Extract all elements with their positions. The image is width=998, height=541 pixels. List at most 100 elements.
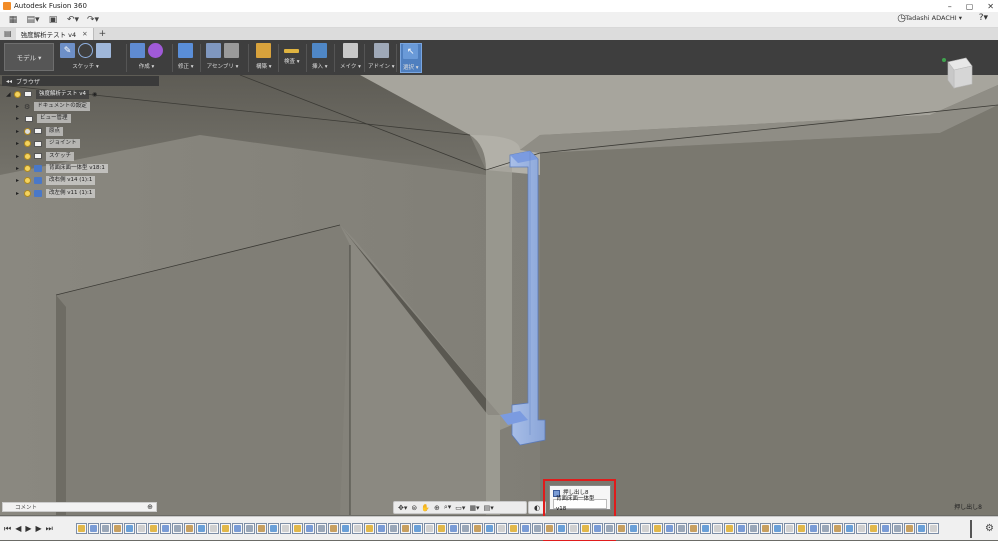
tree-item-joints[interactable]: ▸ ジョイント: [6, 138, 166, 150]
timeline-feature-icon[interactable]: [880, 523, 891, 534]
tree-item-origin[interactable]: ▸ 原点: [6, 125, 166, 137]
expand-arrow-icon[interactable]: ◢: [6, 91, 12, 98]
timeline-feature-icon[interactable]: [424, 523, 435, 534]
tab-close-icon[interactable]: ✕: [82, 30, 87, 38]
timeline-feature-icon[interactable]: [244, 523, 255, 534]
visibility-bulb-icon[interactable]: [14, 90, 21, 98]
timeline-marker[interactable]: [970, 520, 972, 538]
expand-arrow-icon[interactable]: ▸: [16, 190, 22, 197]
new-tab-button[interactable]: +: [99, 28, 107, 40]
assemble-group[interactable]: アセンブリ ▾: [206, 43, 239, 73]
timeline-feature-icon[interactable]: [928, 523, 939, 534]
timeline-feature-icon[interactable]: [112, 523, 123, 534]
collapse-icon[interactable]: ◂◂: [6, 78, 12, 85]
timeline-feature-icon[interactable]: [184, 523, 195, 534]
select-group[interactable]: ↖ 選択 ▾: [400, 43, 422, 73]
construct-group[interactable]: 構築 ▾: [256, 43, 272, 73]
tree-item-component[interactable]: ▸ 背面床面一体型 v18:1: [6, 162, 166, 174]
timeline-feature-icon[interactable]: [220, 523, 231, 534]
file-icon[interactable]: ▤▾: [26, 14, 40, 26]
make-group[interactable]: メイク ▾: [340, 43, 361, 73]
document-tab[interactable]: 強度解析テスト v4 ✕: [15, 28, 94, 40]
expand-arrow-icon[interactable]: ▸: [16, 165, 22, 172]
timeline-feature-icon[interactable]: [736, 523, 747, 534]
addins-group[interactable]: アドイン ▾: [368, 43, 395, 73]
insert-canvas-icon[interactable]: [312, 43, 328, 58]
select-cursor-icon[interactable]: ↖: [403, 44, 419, 59]
timeline-feature-icon[interactable]: [808, 523, 819, 534]
expand-arrow-icon[interactable]: ▸: [16, 153, 22, 160]
timeline-feature-icon[interactable]: [856, 523, 867, 534]
timeline-feature-icon[interactable]: [700, 523, 711, 534]
timeline-feature-icon[interactable]: [664, 523, 675, 534]
timeline-feature-icon[interactable]: [280, 523, 291, 534]
timeline-feature-icon[interactable]: [388, 523, 399, 534]
create-sketch-icon[interactable]: ✎: [60, 43, 75, 58]
timeline-feature-icon[interactable]: [124, 523, 135, 534]
go-to-end-button[interactable]: ⏭: [46, 524, 53, 534]
joint-icon[interactable]: [224, 43, 239, 58]
timeline-feature-icon[interactable]: [400, 523, 411, 534]
timeline-feature-icon[interactable]: [868, 523, 879, 534]
timeline-feature-icon[interactable]: [556, 523, 567, 534]
timeline-feature-icon[interactable]: [364, 523, 375, 534]
timeline-feature-icon[interactable]: [76, 523, 87, 534]
close-button[interactable]: ✕: [987, 2, 994, 11]
scripts-icon[interactable]: [373, 43, 389, 58]
workspace-switcher[interactable]: モデル ▾: [4, 43, 54, 71]
measure-icon[interactable]: [284, 49, 300, 53]
tree-root-node[interactable]: ◢ 強度解析テスト v4 ◉: [6, 88, 166, 100]
timeline-feature-icon[interactable]: [616, 523, 627, 534]
tree-item-component[interactable]: ▸ 改右側 v14 (1):1: [6, 175, 166, 187]
timeline-feature-icon[interactable]: [688, 523, 699, 534]
pan-icon[interactable]: ✋: [421, 504, 430, 512]
expand-arrow-icon[interactable]: ▸: [16, 177, 22, 184]
timeline-feature-icon[interactable]: [544, 523, 555, 534]
browser-header[interactable]: ◂◂ ブラウザ: [2, 76, 159, 86]
timeline-feature-icon[interactable]: [652, 523, 663, 534]
timeline-feature-icon[interactable]: [208, 523, 219, 534]
form-icon[interactable]: [148, 43, 163, 58]
timeline-feature-icon[interactable]: [460, 523, 471, 534]
create-group[interactable]: 作成 ▾: [130, 43, 163, 73]
press-pull-icon[interactable]: [178, 43, 194, 58]
timeline-feature-icon[interactable]: [172, 523, 183, 534]
timeline-settings-icon[interactable]: ⚙: [985, 523, 994, 534]
timeline-feature-icon[interactable]: [496, 523, 507, 534]
timeline-feature-icon[interactable]: [832, 523, 843, 534]
play-button[interactable]: ▶: [25, 524, 31, 534]
help-icon[interactable]: ?▾: [979, 13, 988, 23]
step-back-button[interactable]: ◀: [15, 524, 21, 534]
zoom-icon[interactable]: ⊕: [434, 504, 440, 512]
timeline-feature-icon[interactable]: [796, 523, 807, 534]
minimize-button[interactable]: –: [948, 2, 952, 11]
inspect-group[interactable]: 検査 ▾: [284, 43, 300, 73]
tree-item-component[interactable]: ▸ 改左側 v11 (1):1: [6, 187, 166, 199]
box-icon[interactable]: [130, 43, 145, 58]
visibility-bulb-icon[interactable]: [24, 152, 31, 160]
timeline-feature-icon[interactable]: [784, 523, 795, 534]
timeline-feature-icon[interactable]: [232, 523, 243, 534]
timeline-feature-icon[interactable]: [892, 523, 903, 534]
expand-arrow-icon[interactable]: ▸: [16, 103, 22, 110]
timeline-feature-icon[interactable]: [532, 523, 543, 534]
timeline-feature-icon[interactable]: [328, 523, 339, 534]
save-icon[interactable]: ▣: [46, 14, 60, 26]
display-settings-icon[interactable]: ▭▾: [455, 504, 465, 512]
timeline-feature-icon[interactable]: [268, 523, 279, 534]
expand-arrow-icon[interactable]: ▸: [16, 128, 22, 135]
timeline-feature-icon[interactable]: [580, 523, 591, 534]
timeline-feature-icon[interactable]: [148, 523, 159, 534]
fit-icon[interactable]: ⌕▾: [444, 503, 451, 512]
app-grid-icon[interactable]: ▦: [6, 14, 20, 26]
modify-group[interactable]: 修正 ▾: [178, 43, 194, 73]
expand-arrow-icon[interactable]: ▸: [16, 115, 22, 122]
add-comment-button[interactable]: ⊕: [147, 503, 153, 511]
timeline-feature-icon[interactable]: [568, 523, 579, 534]
timeline-feature-icon[interactable]: [340, 523, 351, 534]
tree-item-named-views[interactable]: ▸ ビュー管理: [6, 113, 166, 125]
timeline-feature-icon[interactable]: [604, 523, 615, 534]
timeline-feature-icon[interactable]: [760, 523, 771, 534]
visibility-bulb-icon[interactable]: [24, 177, 31, 185]
data-panel-icon[interactable]: ▤: [4, 28, 12, 40]
